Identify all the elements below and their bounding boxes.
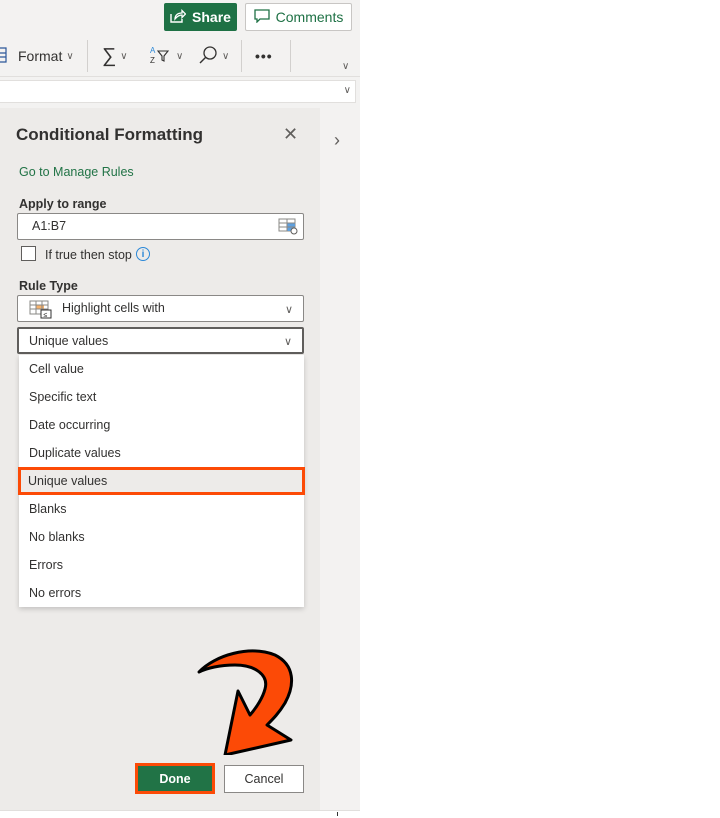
more-options-icon: ••• bbox=[255, 48, 273, 64]
annotation-arrow-icon bbox=[197, 649, 294, 755]
rule-type-label: Rule Type bbox=[19, 279, 78, 293]
expand-pane-chevron-icon[interactable]: › bbox=[334, 130, 340, 151]
share-label: Share bbox=[192, 9, 231, 25]
option-errors[interactable]: Errors bbox=[19, 551, 304, 579]
ribbon-collapse-button[interactable]: ∨ bbox=[342, 54, 349, 78]
comments-button[interactable]: Comments bbox=[245, 3, 352, 31]
autosum-button[interactable]: ∑ ∨ bbox=[102, 44, 128, 68]
apply-to-range-input[interactable]: A1:B7 bbox=[17, 213, 304, 240]
stop-if-true-checkbox[interactable] bbox=[21, 246, 36, 261]
find-icon bbox=[198, 45, 218, 68]
rule-type-dropdown[interactable]: ≤ Highlight cells with ∨ bbox=[17, 295, 304, 322]
share-icon bbox=[170, 8, 187, 26]
condition-options-list: Cell value Specific text Date occurring … bbox=[18, 355, 305, 607]
ribbon-divider bbox=[241, 40, 242, 72]
option-cell-value[interactable]: Cell value bbox=[19, 355, 304, 383]
highlight-cells-icon: ≤ bbox=[29, 300, 53, 325]
comment-icon bbox=[254, 8, 270, 26]
chevron-up-icon: ∨ bbox=[283, 336, 292, 348]
manage-rules-link[interactable]: Go to Manage Rules bbox=[19, 165, 134, 179]
top-bar: Share Comments bbox=[0, 0, 360, 36]
side-rail bbox=[320, 108, 360, 810]
svg-text:A: A bbox=[150, 46, 156, 55]
format-cells-icon bbox=[0, 46, 8, 67]
formula-bar[interactable]: ∨ bbox=[0, 80, 356, 103]
comments-label: Comments bbox=[275, 9, 344, 25]
chevron-down-icon: ∨ bbox=[222, 50, 230, 62]
option-duplicate-values[interactable]: Duplicate values bbox=[19, 439, 304, 467]
more-options-button[interactable]: ••• bbox=[255, 44, 273, 68]
apply-to-range-value: A1:B7 bbox=[32, 219, 67, 233]
cursor-mark bbox=[337, 812, 338, 816]
sort-filter-button[interactable]: AZ ∨ bbox=[150, 44, 183, 68]
option-specific-text[interactable]: Specific text bbox=[19, 383, 304, 411]
option-no-blanks[interactable]: No blanks bbox=[19, 523, 304, 551]
condition-value: Unique values bbox=[29, 334, 109, 348]
svg-text:≤: ≤ bbox=[44, 312, 48, 319]
info-icon[interactable]: i bbox=[136, 247, 150, 261]
condition-dropdown[interactable]: Unique values ∨ bbox=[17, 327, 304, 354]
select-range-icon[interactable] bbox=[278, 218, 298, 240]
format-label: Format bbox=[18, 48, 63, 64]
chevron-down-icon: ∨ bbox=[176, 50, 184, 62]
expand-formula-bar-icon[interactable]: ∨ bbox=[344, 85, 351, 96]
ribbon-toolbar: Format ∨ ∑ ∨ AZ ∨ ∨ ••• ∨ bbox=[0, 36, 360, 77]
find-button[interactable]: ∨ bbox=[198, 44, 229, 68]
chevron-down-icon: ∨ bbox=[120, 50, 128, 62]
rule-type-value: Highlight cells with bbox=[62, 301, 165, 315]
option-no-errors[interactable]: No errors bbox=[19, 579, 304, 607]
done-button[interactable]: Done bbox=[135, 763, 215, 794]
stop-if-true-label: If true then stop bbox=[45, 248, 132, 262]
autosum-icon: ∑ bbox=[102, 44, 117, 67]
svg-text:Z: Z bbox=[150, 56, 155, 65]
format-dropdown[interactable]: Format ∨ bbox=[0, 44, 74, 68]
option-date-occurring[interactable]: Date occurring bbox=[19, 411, 304, 439]
ribbon-collapse-icon: ∨ bbox=[342, 60, 350, 72]
chevron-down-icon: ∨ bbox=[66, 50, 74, 62]
option-unique-values[interactable]: Unique values bbox=[18, 467, 305, 495]
ribbon-divider bbox=[290, 40, 291, 72]
close-icon[interactable]: ✕ bbox=[283, 124, 298, 145]
chevron-down-icon: ∨ bbox=[284, 304, 293, 316]
excel-app: Share Comments Format ∨ ∑ ∨ AZ ∨ ∨ ••• ∨… bbox=[0, 0, 360, 810]
share-button[interactable]: Share bbox=[164, 3, 237, 31]
apply-to-range-label: Apply to range bbox=[19, 197, 107, 211]
ribbon-divider bbox=[87, 40, 88, 72]
cancel-button[interactable]: Cancel bbox=[224, 765, 304, 793]
pane-title: Conditional Formatting bbox=[16, 125, 203, 144]
option-blanks[interactable]: Blanks bbox=[19, 495, 304, 523]
sort-filter-icon: AZ bbox=[150, 45, 172, 68]
